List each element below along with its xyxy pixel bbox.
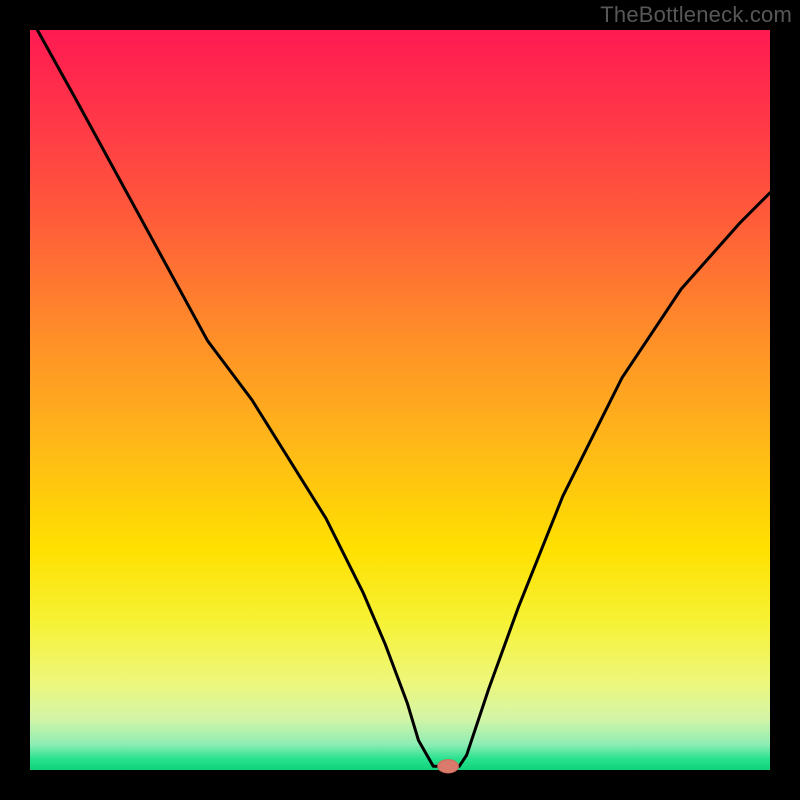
bottleneck-chart [0,0,800,800]
optimal-point-marker [438,760,459,773]
chart-container: { "watermark": "TheBottleneck.com", "col… [0,0,800,800]
plot-gradient-background [30,30,770,770]
